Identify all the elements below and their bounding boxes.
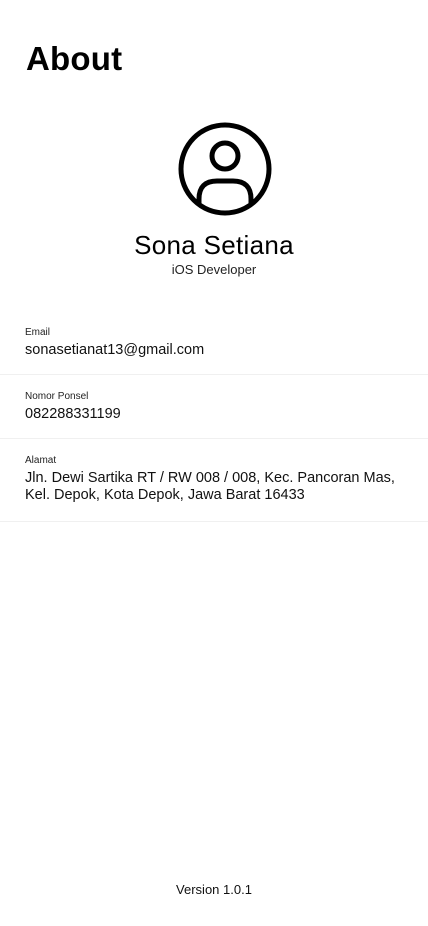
email-row: Email sonasetianat13@gmail.com xyxy=(0,327,428,375)
profile-name: Sona Setiana xyxy=(134,230,294,260)
app-version: Version 1.0.1 xyxy=(176,882,252,897)
person-circle-icon xyxy=(178,122,272,216)
profile-role: iOS Developer xyxy=(171,262,257,277)
phone-row: Nomor Ponsel 082288331199 xyxy=(0,391,428,439)
address-label: Alamat xyxy=(25,455,57,466)
address-row: Alamat Jln. Dewi Sartika RT / RW 008 / 0… xyxy=(0,455,428,522)
avatar xyxy=(177,121,273,217)
email-value[interactable]: sonasetianat13@gmail.com xyxy=(25,342,408,359)
address-value: Jln. Dewi Sartika RT / RW 008 / 008, Kec… xyxy=(25,470,395,503)
page-title: About xyxy=(26,40,123,77)
phone-value[interactable]: 082288331199 xyxy=(25,406,408,423)
email-label: Email xyxy=(25,327,51,338)
phone-label: Nomor Ponsel xyxy=(25,391,89,402)
